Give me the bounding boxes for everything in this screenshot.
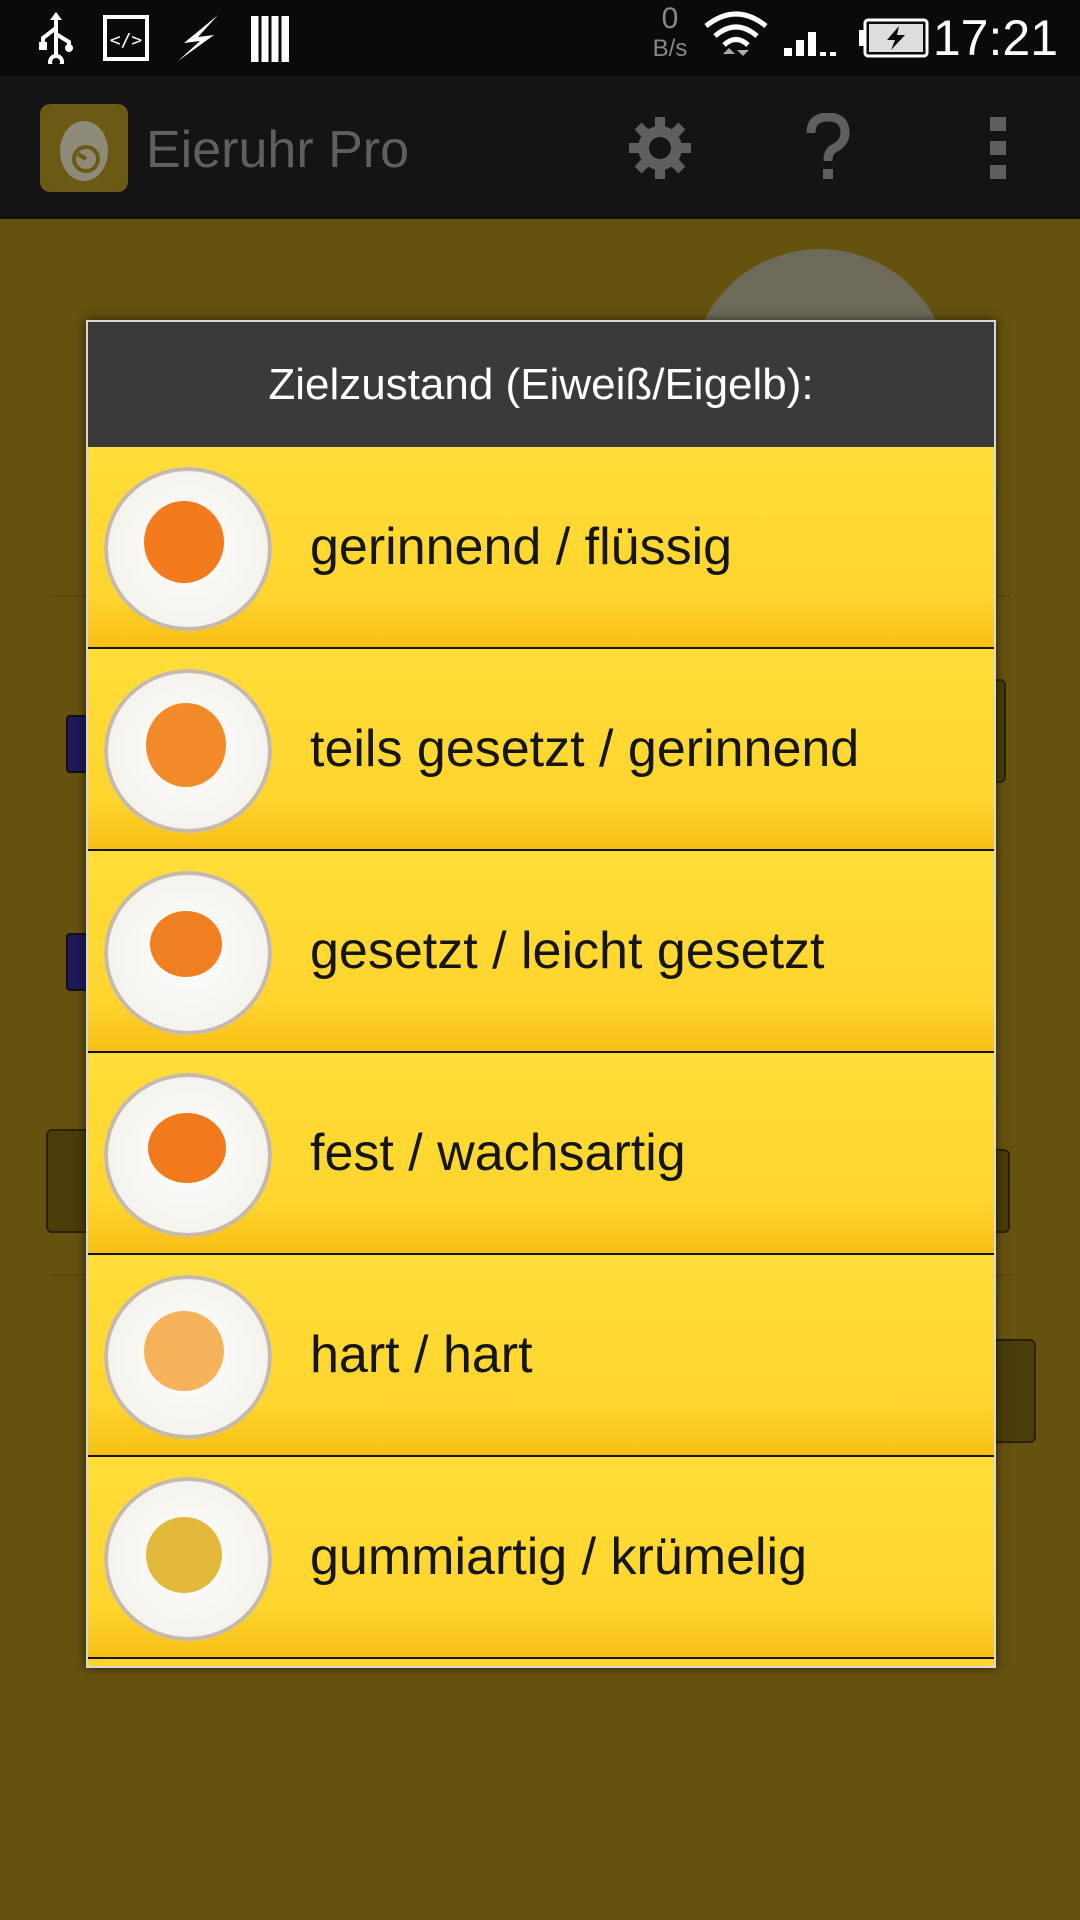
option-label: gummiartig / krümelig (310, 1528, 808, 1586)
help-icon[interactable] (786, 106, 870, 190)
settings-gear-icon[interactable] (618, 106, 702, 190)
option-item[interactable]: gesetzt / leicht gesetzt (88, 851, 994, 1053)
egg-yolk (146, 703, 226, 787)
sim-icon (244, 10, 296, 66)
svg-text:</>: </> (110, 30, 143, 51)
egg-image (104, 669, 272, 833)
app-title: Eieruhr Pro (146, 121, 409, 179)
background-button (46, 1129, 90, 1233)
egg-image (104, 1275, 272, 1439)
background-button (990, 1339, 1036, 1443)
option-item[interactable]: fest / wachsartig (88, 1053, 994, 1255)
net-rate-value: 0 (661, 2, 679, 35)
clock: 17:21 (932, 10, 1058, 66)
target-state-dialog: Zielzustand (Eiweiß/Eigelb): gerinnend /… (86, 320, 996, 1668)
egg-yolk (144, 501, 224, 583)
egg-image (104, 871, 272, 1035)
app-egg-icon[interactable] (40, 104, 128, 192)
flash-icon (168, 10, 228, 66)
egg-yolk (146, 1517, 222, 1593)
egg-image (104, 467, 272, 631)
battery-charging-icon (856, 10, 932, 66)
net-rate-unit: B/s (652, 35, 688, 62)
option-item[interactable]: gerinnend / flüssig (88, 447, 994, 649)
signal-icon (780, 10, 844, 66)
option-label: hart / hart (310, 1326, 533, 1384)
debug-icon: </> (100, 10, 152, 66)
wifi-icon (700, 10, 772, 66)
overflow-menu-icon[interactable] (956, 106, 1040, 190)
option-label: gerinnend / flüssig (310, 518, 733, 576)
usb-icon (26, 10, 86, 66)
dialog-title: Zielzustand (Eiweiß/Eigelb): (88, 322, 994, 447)
option-item[interactable]: hart / hart (88, 1255, 994, 1457)
egg-image (104, 1073, 272, 1237)
net-rate: 0 B/s (648, 4, 692, 64)
egg-yolk (144, 1311, 224, 1391)
option-item[interactable]: teils gesetzt / gerinnend (88, 649, 994, 851)
option-item[interactable]: gummiartig / krümelig (88, 1457, 994, 1659)
option-label: teils gesetzt / gerinnend (310, 720, 860, 778)
option-label: gesetzt / leicht gesetzt (310, 922, 825, 980)
option-label: fest / wachsartig (310, 1124, 686, 1182)
action-bar: Eieruhr Pro (0, 76, 1080, 219)
egg-yolk (150, 911, 222, 977)
status-bar: </> 0 B/s 17:21 (0, 0, 1080, 76)
egg-yolk (148, 1113, 226, 1183)
option-list: gerinnend / flüssig teils gesetzt / gerin… (88, 447, 994, 1659)
egg-image (104, 1477, 272, 1641)
list-end (88, 1659, 994, 1666)
